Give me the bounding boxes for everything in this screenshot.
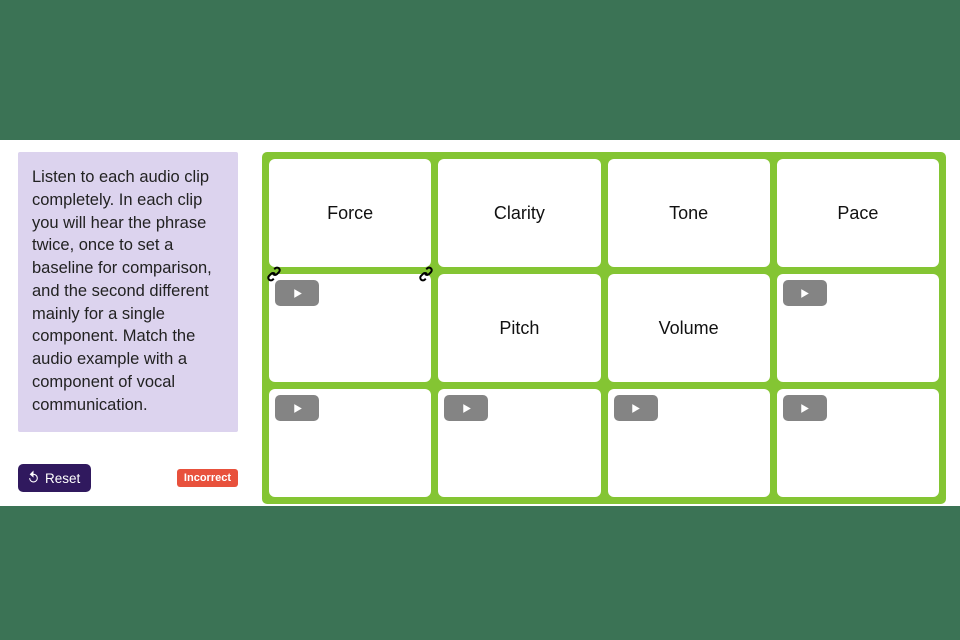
label-card-clarity[interactable]: Clarity bbox=[438, 159, 600, 267]
label-card-pace[interactable]: Pace bbox=[777, 159, 939, 267]
play-icon bbox=[291, 402, 304, 415]
status-badge: Incorrect bbox=[177, 469, 238, 487]
reset-button[interactable]: Reset bbox=[18, 464, 91, 492]
audio-card[interactable] bbox=[777, 389, 939, 497]
audio-card[interactable] bbox=[438, 389, 600, 497]
play-icon bbox=[629, 402, 642, 415]
play-icon bbox=[460, 402, 473, 415]
link-icon bbox=[266, 266, 282, 282]
instructions-text: Listen to each audio clip completely. In… bbox=[32, 168, 212, 414]
play-button[interactable] bbox=[783, 280, 827, 306]
label-card-force[interactable]: Force bbox=[269, 159, 431, 267]
status-badge-label: Incorrect bbox=[184, 472, 231, 484]
label-card-tone[interactable]: Tone bbox=[608, 159, 770, 267]
play-button[interactable] bbox=[444, 395, 488, 421]
label-card-text: Pitch bbox=[499, 318, 539, 339]
play-button[interactable] bbox=[275, 280, 319, 306]
label-card-pitch[interactable]: Pitch bbox=[438, 274, 600, 382]
label-card-text: Force bbox=[327, 203, 373, 224]
audio-card[interactable] bbox=[269, 389, 431, 497]
label-card-volume[interactable]: Volume bbox=[608, 274, 770, 382]
header-band bbox=[0, 0, 960, 140]
audio-card[interactable] bbox=[269, 274, 431, 382]
play-icon bbox=[291, 287, 304, 300]
label-card-text: Volume bbox=[659, 318, 719, 339]
play-button[interactable] bbox=[275, 395, 319, 421]
audio-card[interactable] bbox=[777, 274, 939, 382]
play-icon bbox=[798, 287, 811, 300]
play-button[interactable] bbox=[614, 395, 658, 421]
play-icon bbox=[798, 402, 811, 415]
link-icon bbox=[418, 266, 434, 282]
activity-area: Listen to each audio clip completely. In… bbox=[18, 152, 946, 504]
label-card-text: Tone bbox=[669, 203, 708, 224]
reset-icon bbox=[27, 470, 40, 486]
left-controls-row: Reset Incorrect bbox=[18, 464, 238, 492]
label-card-text: Clarity bbox=[494, 203, 545, 224]
audio-card[interactable] bbox=[608, 389, 770, 497]
instructions-box: Listen to each audio clip completely. In… bbox=[18, 152, 238, 432]
match-grid: Force Clarity Tone Pace bbox=[262, 152, 946, 504]
reset-button-label: Reset bbox=[45, 471, 80, 486]
label-card-text: Pace bbox=[837, 203, 878, 224]
left-column: Listen to each audio clip completely. In… bbox=[18, 152, 238, 432]
footer-band bbox=[0, 506, 960, 640]
play-button[interactable] bbox=[783, 395, 827, 421]
match-grid-inner: Force Clarity Tone Pace bbox=[269, 159, 939, 497]
